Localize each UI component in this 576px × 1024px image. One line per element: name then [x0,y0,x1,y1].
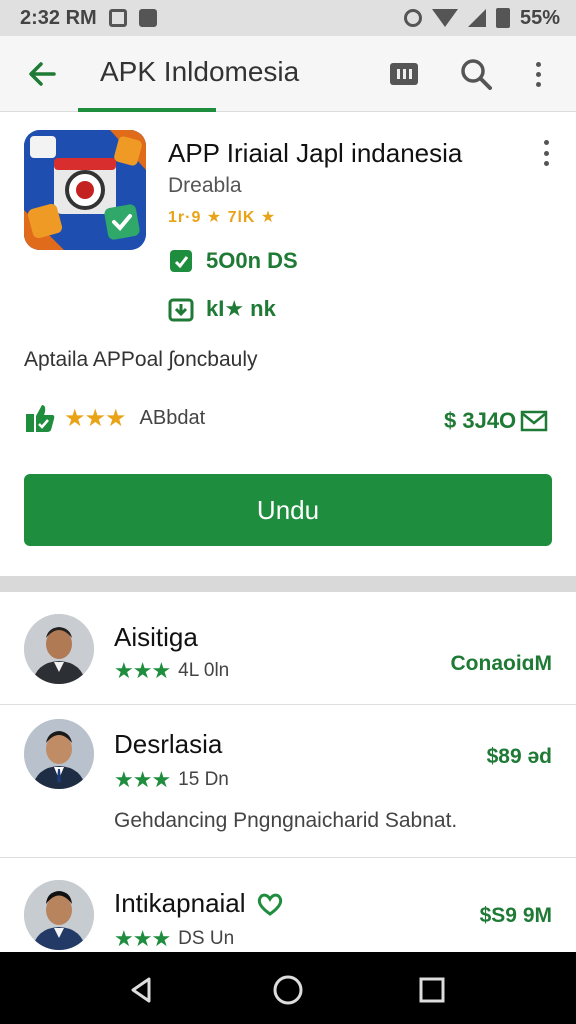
rating-row: ★★★ ABbdat [24,402,205,434]
arrow-left-icon [29,62,56,86]
mail-icon [520,410,548,432]
item-description: Gehdancing Pngngnaicharid Sabnat. [114,809,458,832]
dot [543,161,549,166]
person-avatar-icon [24,719,94,789]
dot [535,71,541,77]
app-bar: APK Inldomesia [0,36,576,112]
item-meta: ★★★ 15 Dn [114,767,229,793]
rating-label: ABbdat [139,406,206,429]
media-button[interactable] [384,54,424,94]
avatar [24,880,94,950]
battery-icon [495,8,510,28]
triangle-back-icon [131,977,151,1003]
download-icon [168,298,194,322]
thumbs-up-icon [26,405,55,432]
status-bar-left: 2:32 RM [20,7,157,30]
avatar [24,614,94,684]
search-icon [461,59,492,90]
item-stars: ★★★ [114,926,171,951]
status-bar-right: 55% [403,6,560,30]
search-button[interactable] [456,54,496,94]
app-name: APP Iriaial Japl indanesia [168,138,463,168]
size-icon [170,250,192,272]
app-icon [24,130,146,250]
app-rating: 1r·9 ★ 7lK ★ [168,209,277,226]
item-name: Aisitiga [114,622,198,652]
nav-recents-button[interactable] [410,968,454,1012]
install-button[interactable]: Undu [24,474,552,546]
person-avatar-icon [24,880,94,950]
item-meta-text: 4L 0ln [178,660,230,681]
item-name: Intikapnaial [114,888,246,918]
item-meta: ★★★ DS Un [114,926,234,952]
section-divider [0,576,576,592]
rating-stars: ★★★ [64,404,127,432]
heart-icon[interactable] [256,890,284,918]
signal-icon [467,9,486,27]
media-icon [390,63,418,85]
tab-indicator [78,108,216,112]
item-title-row: Intikapnaial [114,888,284,919]
app-size-row: 5O0n DS [168,248,298,274]
item-name: Desrlasia [114,729,223,759]
page-title: APK Inldomesia [100,56,300,87]
more-options-button[interactable] [518,54,558,94]
avatar [24,719,94,789]
item-price: $S9 9M [479,904,552,927]
circle-home-icon [273,975,303,1005]
item-stars: ★★★ [114,658,171,683]
list-item[interactable]: Desrlasia ★★★ 15 Dn $89 əd Gehdancing Pn… [0,705,576,857]
status-time: 2:32 RM [20,6,97,29]
nav-back-button[interactable] [120,968,164,1012]
status-bar: 2:32 RM 55% [0,0,576,36]
dot [543,140,549,145]
item-meta-text: DS Un [178,928,235,949]
person-avatar-icon [24,614,94,684]
camera-app-icon [24,130,146,250]
system-nav-bar [0,952,576,1024]
wifi-icon [431,9,458,27]
back-button[interactable] [22,54,62,94]
battery-level: 55% [519,6,560,29]
app-price: $ 3J4O [444,408,548,434]
dot [535,81,541,87]
message-icon [138,9,157,27]
dot [535,61,541,67]
data-saver-icon [403,9,422,27]
notification-icon [108,9,127,27]
app-size: 5O0n DS [206,248,298,273]
app-more-button[interactable] [536,138,556,168]
item-meta-text: 15 Dn [178,769,229,790]
item-stars: ★★★ [114,767,171,792]
list-item[interactable]: Aisitiga ★★★ 4L 0ln ConaoiɑM [0,592,576,704]
app-description: Aptaila APPoal ʃoncbauly [24,348,258,371]
app-downloads: kI★ nk [206,296,276,321]
dot [543,150,549,156]
list-item[interactable]: Intikapnaial ★★★ DS Un $S9 9M [0,858,576,952]
app-downloads-row: kI★ nk [168,296,276,322]
nav-home-button[interactable] [266,968,310,1012]
app-developer[interactable]: Dreabla [168,174,242,198]
price-text: $ 3J4O [444,408,517,433]
square-recents-icon [419,977,445,1003]
item-price: $89 əd [486,745,552,768]
item-price: ConaoiɑM [450,652,552,675]
item-meta: ★★★ 4L 0ln [114,658,229,684]
